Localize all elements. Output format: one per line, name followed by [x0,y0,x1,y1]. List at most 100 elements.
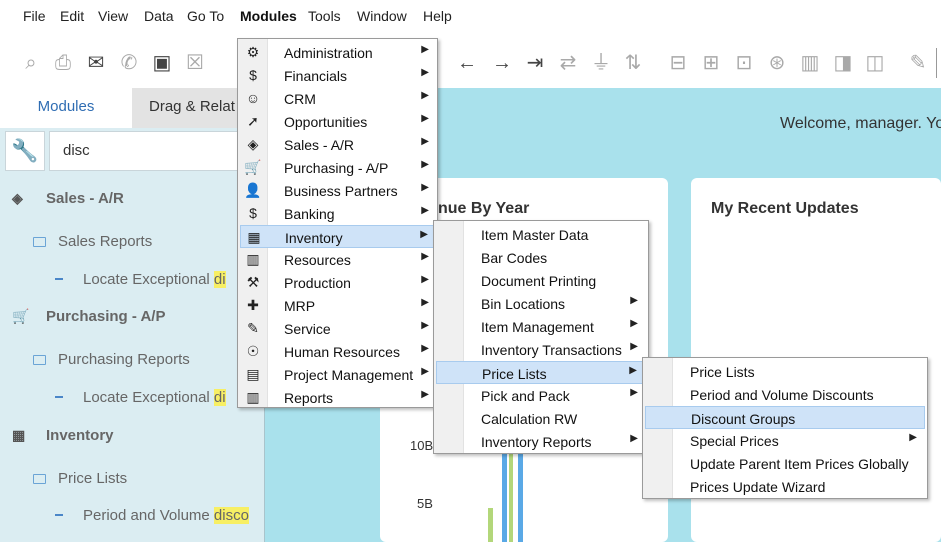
edit-icon[interactable]: ✎ [905,50,931,76]
document-icon[interactable]: ◫ [862,50,888,76]
search-row: 🔧 disc [5,131,260,171]
sms-icon[interactable]: ✆ [116,50,142,76]
menu-item-purchasing[interactable]: 🛒 Purchasing - A/P ▶ [240,156,435,179]
submenu-arrow-icon: ▶ [421,389,429,400]
toolbar-divider [936,48,937,78]
refresh-icon[interactable]: ⇄ [555,50,581,76]
sales-icon: ◈ [12,190,23,206]
inventory-icon: ▦ [247,229,261,245]
tree-item-locate-exceptional-2[interactable]: Locate Exceptional di [55,389,265,406]
menu-item-service[interactable]: ✎ Service ▶ [240,317,435,340]
menu-item-price-lists-window[interactable]: Price Lists [645,360,925,383]
tree-item-price-lists[interactable]: Price Lists [33,470,127,487]
y-tick-10b: 10B [410,438,434,453]
fax-icon[interactable]: ▣ [149,50,175,76]
menu-item-calculation-rw[interactable]: Calculation RW [436,407,646,430]
excel-icon[interactable]: ☒ [182,50,208,76]
menu-item-item-master-data[interactable]: Item Master Data [436,223,646,246]
production-icon: ⚒ [246,274,260,290]
menu-item-bar-codes[interactable]: Bar Codes [436,246,646,269]
find-icon[interactable]: ⌕ [18,50,44,76]
sort-icon[interactable]: ⇅ [620,50,646,76]
menu-item-production[interactable]: ⚒ Production ▶ [240,271,435,294]
menu-data[interactable]: Data [144,8,174,24]
menu-file[interactable]: File [23,8,46,24]
tree-item-period-volume[interactable]: Period and Volume disco [55,507,265,524]
chart-bar [488,508,493,542]
toolbar: ⌕ ⎙ ✉ ✆ ▣ ☒ ← → ⇥ ⇄ ⏚ ⇅ ⊟ ⊞ ⊡ ⊛ ▥ ◨ ◫ ✎ [0,36,941,88]
gross-profit-icon[interactable]: ▥ [797,50,823,76]
menu-item-prices-update-wizard[interactable]: Prices Update Wizard [645,475,925,498]
tree-item-purchasing[interactable]: 🛒 Purchasing - A/P [12,308,165,325]
person-icon: 👤 [244,182,262,198]
menu-item-discount-groups[interactable]: Discount Groups [645,406,925,429]
bullet-dash [55,514,63,516]
submenu-arrow-icon: ▶ [421,113,429,124]
menu-item-bin-locations[interactable]: Bin Locations ▶ [436,292,646,315]
menu-bar: File Edit View Data Go To Modules Tools … [0,0,941,32]
menu-item-inventory[interactable]: ▦ Inventory ▶ [240,225,435,248]
settings-icon[interactable]: ⊡ [731,50,757,76]
menu-item-item-management[interactable]: Item Management ▶ [436,315,646,338]
menu-item-opportunities[interactable]: ➚ Opportunities ▶ [240,110,435,133]
menu-item-human-resources[interactable]: ☉ Human Resources ▶ [240,340,435,363]
crm-icon: ☺ [245,90,261,106]
tree-item-inventory[interactable]: ▦ Inventory [12,427,114,444]
menu-goto[interactable]: Go To [187,8,224,24]
menu-item-resources[interactable]: ▥ Resources ▶ [240,248,435,271]
opportunities-icon: ➚ [247,113,259,129]
submenu-arrow-icon: ▶ [421,274,429,285]
menu-item-special-prices[interactable]: Special Prices ▶ [645,429,925,452]
menu-item-administration[interactable]: ⚙ Administration ▶ [240,41,435,64]
panel-tabs: Modules Drag & Relat [0,88,265,128]
print-icon[interactable]: ⎙ [50,50,76,76]
menu-item-period-volume-discounts[interactable]: Period and Volume Discounts [645,383,925,406]
menu-item-crm[interactable]: ☺ CRM ▶ [240,87,435,110]
mrp-icon: ✚ [247,297,259,313]
menu-tools[interactable]: Tools [308,8,341,24]
menu-item-update-parent-prices[interactable]: Update Parent Item Prices Globally [645,452,925,475]
menu-view[interactable]: View [98,8,128,24]
filter-icon[interactable]: ⏚ [588,50,614,76]
payment-icon[interactable]: ⊛ [764,50,790,76]
next-record-icon[interactable]: → [489,50,515,76]
menu-window[interactable]: Window [357,8,407,24]
submenu-arrow-icon: ▶ [421,159,429,170]
banking-icon: $ [249,205,257,221]
modules-panel: Modules Drag & Relat 🔧 disc ◈ Sales - A/R… [0,88,265,542]
tree-item-sales[interactable]: ◈ Sales - A/R [12,190,124,207]
menu-item-reports[interactable]: ▥ Reports ▶ [240,386,435,409]
menu-item-business-partners[interactable]: 👤 Business Partners ▶ [240,179,435,202]
base-document-icon[interactable]: ⊟ [665,50,691,76]
recent-updates-title: My Recent Updates [711,200,859,217]
submenu-arrow-icon: ▶ [421,366,429,377]
last-record-icon[interactable]: ⇥ [522,50,548,76]
previous-record-icon[interactable]: ← [454,50,480,76]
menu-item-project-management[interactable]: ▤ Project Management ▶ [240,363,435,386]
menu-modules[interactable]: Modules [240,8,297,24]
menu-item-financials[interactable]: $ Financials ▶ [240,64,435,87]
menu-edit[interactable]: Edit [60,8,84,24]
search-input[interactable]: disc [49,131,260,171]
email-icon[interactable]: ✉ [83,50,109,76]
menu-item-inventory-reports[interactable]: Inventory Reports ▶ [436,430,646,453]
menu-item-inventory-transactions[interactable]: Inventory Transactions ▶ [436,338,646,361]
menu-item-mrp[interactable]: ✚ MRP ▶ [240,294,435,317]
menu-item-price-lists[interactable]: Price Lists ▶ [436,361,646,384]
human-resources-icon: ☉ [246,343,260,359]
menu-item-document-printing[interactable]: Document Printing [436,269,646,292]
tab-modules[interactable]: Modules [0,88,132,128]
tree-item-sales-reports[interactable]: Sales Reports [33,233,152,250]
submenu-arrow-icon: ▶ [421,320,429,331]
menu-help[interactable]: Help [423,8,452,24]
menu-item-pick-and-pack[interactable]: Pick and Pack ▶ [436,384,646,407]
tree-item-purchasing-reports[interactable]: Purchasing Reports [33,351,190,368]
target-document-icon[interactable]: ⊞ [698,50,724,76]
menu-item-sales[interactable]: ◈ Sales - A/R ▶ [240,133,435,156]
menu-item-banking[interactable]: $ Banking ▶ [240,202,435,225]
tree-item-locate-exceptional[interactable]: Locate Exceptional di [55,271,265,288]
revenue-card-title: nue By Year [438,200,530,217]
journal-icon[interactable]: ◨ [830,50,856,76]
wrench-icon[interactable]: 🔧 [5,131,45,171]
submenu-arrow-icon: ▶ [909,432,917,443]
